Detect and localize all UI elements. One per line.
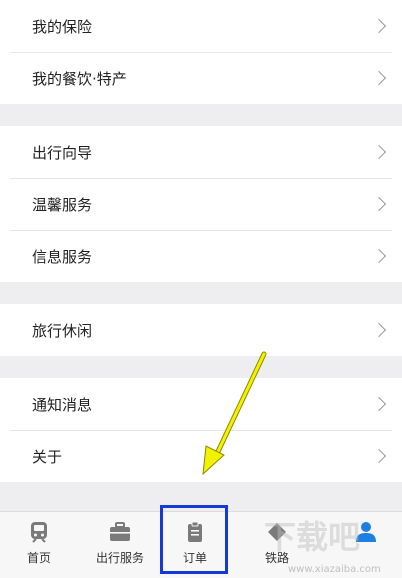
tab-travel-service[interactable]: 出行服务 [92,512,148,578]
menu-item-label: 我的保险 [32,17,93,36]
tab-profile[interactable] [346,512,386,578]
tab-railway[interactable]: 铁路 [252,512,302,578]
menu-item-label: 旅行休闲 [32,321,93,340]
tab-orders[interactable]: 订单 [173,512,217,578]
train-icon [31,522,47,543]
menu-item-insurance[interactable]: 我的保险 [0,0,402,52]
tab-label: 铁路 [264,551,289,565]
briefcase-icon [110,522,130,541]
diamond-icon [268,523,286,541]
chevron-right-icon [371,396,387,412]
menu-item-label: 我的餐饮·特产 [32,69,127,88]
section-divider [0,282,402,304]
chevron-right-icon [371,248,387,264]
chevron-right-icon [371,196,387,212]
menu-item-travel-guide[interactable]: 出行向导 [0,126,402,178]
tab-label: 出行服务 [95,551,144,565]
menu-item-label: 温馨服务 [32,195,93,214]
menu-item-label: 信息服务 [32,247,93,266]
bottom-tab-bar: 首页 出行服务 订单 铁路 [0,511,402,578]
menu-item-dining[interactable]: 我的餐饮·特产 [0,52,402,104]
clipboard-icon [188,521,202,542]
menu-item-label: 关于 [32,447,63,466]
menu-group-3: 旅行休闲 [0,304,402,356]
menu-group-2: 出行向导 温馨服务 信息服务 [0,126,402,282]
menu-item-warm-service[interactable]: 温馨服务 [0,178,402,230]
chevron-right-icon [371,70,387,86]
menu-group-4: 通知消息 关于 [0,378,402,482]
menu-item-leisure[interactable]: 旅行休闲 [0,304,402,356]
user-icon [356,522,376,542]
menu-group-1: 我的保险 我的餐饮·特产 [0,0,402,104]
menu-list: 我的保险 我的餐饮·特产 出行向导 温馨服务 信息服务 旅行休闲 通知消息 关于 [0,0,402,482]
menu-item-label: 通知消息 [32,395,93,414]
tab-home[interactable]: 首页 [14,512,64,578]
chevron-right-icon [371,448,387,464]
tab-label: 首页 [26,551,51,565]
tab-label: 订单 [182,551,207,565]
section-divider [0,104,402,126]
menu-item-about[interactable]: 关于 [0,430,402,482]
chevron-right-icon [371,144,387,160]
chevron-right-icon [371,322,387,338]
menu-item-notifications[interactable]: 通知消息 [0,378,402,430]
menu-item-info-service[interactable]: 信息服务 [0,230,402,282]
chevron-right-icon [371,18,387,34]
menu-item-label: 出行向导 [32,143,93,162]
section-divider [0,356,402,378]
